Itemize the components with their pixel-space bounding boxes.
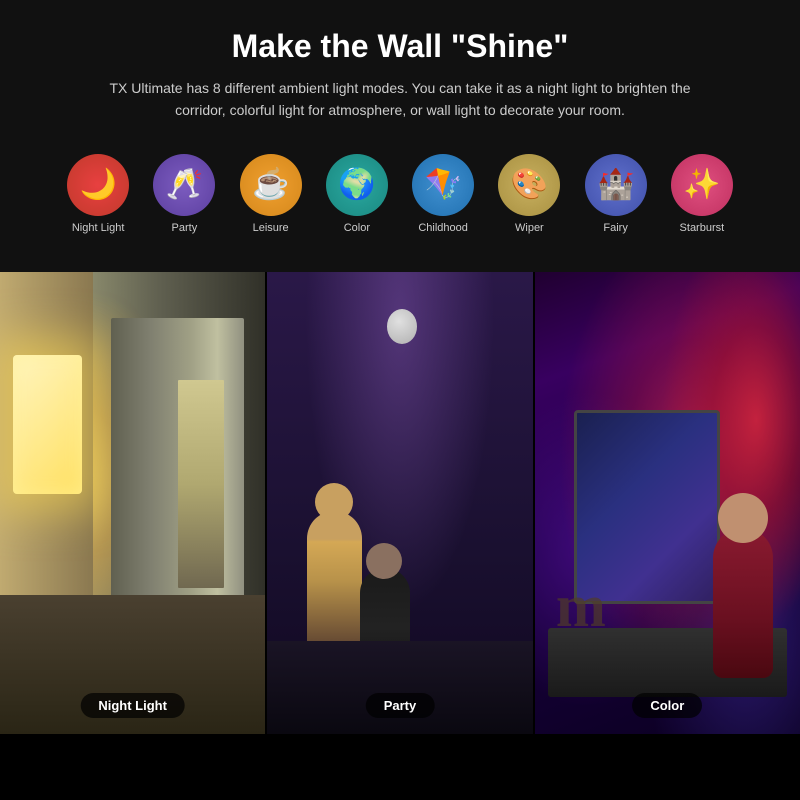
photo-label-color: Color xyxy=(632,693,702,718)
mode-circle-leisure: ☕ xyxy=(240,154,302,216)
main-title: Make the Wall "Shine" xyxy=(60,28,740,65)
mode-starburst[interactable]: ✨ Starburst xyxy=(664,154,740,234)
mode-circle-childhood: 🪁 xyxy=(412,154,474,216)
wall-light-square xyxy=(13,355,82,494)
photo-label-party: Party xyxy=(366,693,435,718)
scene-nightlight xyxy=(0,272,265,734)
mode-icon-party: 🥂 xyxy=(166,167,203,202)
mode-circle-color: 🌍 xyxy=(326,154,388,216)
mode-nightlight[interactable]: 🌙 Night Light xyxy=(60,154,136,234)
mode-label-fairy: Fairy xyxy=(603,222,627,234)
hallway-inner xyxy=(178,380,224,588)
mode-fairy[interactable]: 🏰 Fairy xyxy=(578,154,654,234)
photo-bg-color: m xyxy=(535,272,800,734)
photos-section: Night Light Party m xyxy=(0,272,800,734)
mode-circle-nightlight: 🌙 xyxy=(67,154,129,216)
mode-circle-party: 🥂 xyxy=(153,154,215,216)
mode-leisure[interactable]: ☕ Leisure xyxy=(233,154,309,234)
mode-party[interactable]: 🥂 Party xyxy=(146,154,222,234)
mode-circle-fairy: 🏰 xyxy=(585,154,647,216)
mode-icon-starburst: ✨ xyxy=(683,167,720,202)
color-person xyxy=(713,528,773,678)
mode-label-nightlight: Night Light xyxy=(72,222,125,234)
mode-wiper[interactable]: 🎨 Wiper xyxy=(491,154,567,234)
scene-color: m xyxy=(535,272,800,734)
mode-circle-starburst: ✨ xyxy=(671,154,733,216)
party-person1 xyxy=(307,511,362,651)
mode-childhood[interactable]: 🪁 Childhood xyxy=(405,154,481,234)
mode-color[interactable]: 🌍 Color xyxy=(319,154,395,234)
photo-label-nightlight: Night Light xyxy=(80,693,185,718)
mode-icon-wiper: 🎨 xyxy=(511,167,548,202)
scene-party xyxy=(267,272,532,734)
mode-label-party: Party xyxy=(172,222,198,234)
party-floor xyxy=(267,641,532,733)
mode-icon-fairy: 🏰 xyxy=(597,167,634,202)
mode-label-childhood: Childhood xyxy=(418,222,468,234)
mode-icon-leisure: ☕ xyxy=(252,167,289,202)
modes-row: 🌙 Night Light 🥂 Party ☕ Leisure 🌍 Color … xyxy=(60,144,740,252)
mode-label-wiper: Wiper xyxy=(515,222,544,234)
mode-icon-color: 🌍 xyxy=(338,167,375,202)
top-section: Make the Wall "Shine" TX Ultimate has 8 … xyxy=(0,0,800,272)
party-balloon xyxy=(387,309,417,344)
subtitle: TX Ultimate has 8 different ambient ligh… xyxy=(100,77,700,122)
photo-panel-color: m Color xyxy=(533,272,800,734)
mode-circle-wiper: 🎨 xyxy=(498,154,560,216)
mode-label-starburst: Starburst xyxy=(680,222,725,234)
mode-icon-childhood: 🪁 xyxy=(424,167,461,202)
photo-panel-nightlight: Night Light xyxy=(0,272,265,734)
mode-label-leisure: Leisure xyxy=(253,222,289,234)
mode-label-color: Color xyxy=(344,222,370,234)
photo-bg-nightlight xyxy=(0,272,265,734)
photo-bg-party xyxy=(267,272,532,734)
photo-panel-party: Party xyxy=(265,272,532,734)
mode-icon-nightlight: 🌙 xyxy=(79,167,116,202)
